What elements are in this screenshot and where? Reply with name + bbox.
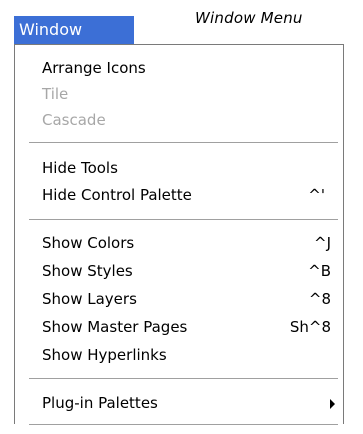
menu-item-label: Plug-in Palettes [42, 394, 158, 412]
menu-separator [29, 378, 338, 379]
menu-item-shortcut: Sh^8 [289, 318, 331, 336]
window-menu-dropdown: Arrange Icons Tile Cascade Hide Tools Hi… [14, 44, 344, 425]
menubar-item-window[interactable]: Window [14, 16, 134, 44]
menu-item-plugin-palettes[interactable]: Plug-in Palettes [15, 390, 343, 416]
menu-item-hide-tools[interactable]: Hide Tools [15, 155, 343, 181]
page-caption: Window Menu [195, 9, 303, 27]
menu-item-shortcut: ^8 [308, 290, 331, 308]
menu-item-show-master-pages[interactable]: Show Master Pages Sh^8 [15, 314, 343, 340]
menu-item-show-layers[interactable]: Show Layers ^8 [15, 286, 343, 312]
menu-item-label: Show Master Pages [42, 318, 188, 336]
menu-item-arrange-icons[interactable]: Arrange Icons [15, 55, 343, 81]
menu-item-show-hyperlinks[interactable]: Show Hyperlinks [15, 342, 343, 368]
menu-separator [29, 219, 338, 220]
menu-item-shortcut: ^' [308, 186, 325, 204]
menu-item-hide-control-palette[interactable]: Hide Control Palette ^' [15, 182, 343, 208]
menu-item-label: Arrange Icons [42, 59, 146, 77]
menu-item-label: Show Layers [42, 290, 137, 308]
menu-item-label: Cascade [42, 111, 106, 129]
menu-separator [29, 424, 338, 425]
menu-item-shortcut: ^B [308, 262, 331, 280]
menu-item-cascade: Cascade [15, 107, 343, 133]
menu-separator [29, 142, 338, 143]
menu-item-label: Tile [42, 85, 69, 103]
menu-item-label: Hide Control Palette [42, 186, 192, 204]
menu-item-show-colors[interactable]: Show Colors ^J [15, 230, 343, 256]
menu-item-tile: Tile [15, 81, 343, 107]
submenu-arrow-icon [330, 399, 335, 409]
menu-item-label: Hide Tools [42, 159, 118, 177]
menu-item-label: Show Colors [42, 234, 135, 252]
menu-item-label: Show Hyperlinks [42, 346, 167, 364]
menu-item-shortcut: ^J [314, 234, 331, 252]
menu-item-label: Show Styles [42, 262, 133, 280]
menu-item-show-styles[interactable]: Show Styles ^B [15, 258, 343, 284]
